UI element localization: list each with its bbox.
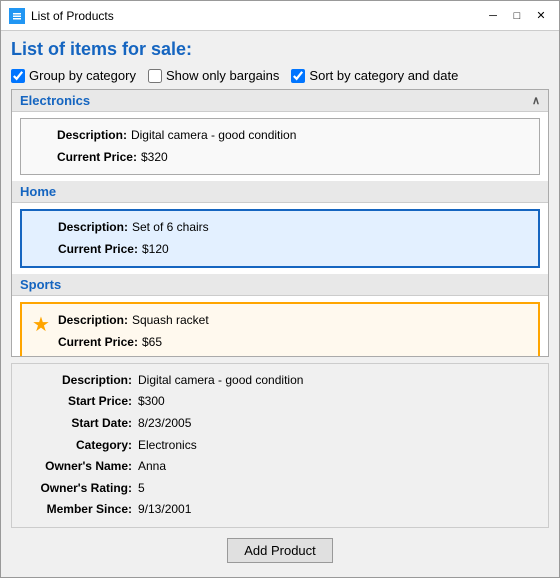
category-name-sports: Sports: [20, 277, 61, 292]
detail-row-member-since: Member Since: 9/13/2001: [22, 499, 538, 521]
price-value: $120: [142, 242, 169, 256]
description-value: Digital camera - good condition: [131, 128, 296, 142]
sort-by-category-date-text: Sort by category and date: [309, 68, 458, 83]
detail-value-start-price: $300: [138, 391, 165, 413]
detail-label-category: Category:: [22, 435, 132, 457]
window-controls: ─ □ ✕: [483, 8, 551, 24]
detail-value-start-date: 8/23/2005: [138, 413, 191, 435]
price-label: Current Price:: [57, 150, 137, 164]
detail-row-start-date: Start Date: 8/23/2005: [22, 413, 538, 435]
category-name-electronics: Electronics: [20, 93, 90, 108]
category-header-sports[interactable]: Sports: [12, 274, 548, 296]
main-window: List of Products ─ □ ✕ List of items for…: [0, 0, 560, 578]
sort-by-category-date-checkbox[interactable]: [291, 69, 305, 83]
list-item[interactable]: ★ Description: Squash racket Current Pric…: [20, 302, 540, 356]
price-value: $65: [142, 335, 162, 349]
detail-label-owner-name: Owner's Name:: [22, 456, 132, 478]
detail-panel: Description: Digital camera - good condi…: [11, 363, 549, 528]
list-item[interactable]: ★ Description:Set of 6 chairs Current Pr…: [20, 209, 540, 268]
detail-value-owner-rating: 5: [138, 478, 145, 500]
group-by-category-text: Group by category: [29, 68, 136, 83]
detail-value-category: Electronics: [138, 435, 197, 457]
window-icon: [9, 8, 25, 24]
detail-value-owner-name: Anna: [138, 456, 166, 478]
description-label: Description:: [58, 313, 128, 327]
detail-label-member-since: Member Since:: [22, 499, 132, 521]
product-list[interactable]: Electronics ∧ ★ Description:Digital came…: [11, 89, 549, 357]
show-only-bargains-checkbox[interactable]: [148, 69, 162, 83]
detail-row-start-price: Start Price: $300: [22, 391, 538, 413]
detail-row-category: Category: Electronics: [22, 435, 538, 457]
detail-label-start-date: Start Date:: [22, 413, 132, 435]
bottom-bar: Add Product: [11, 534, 549, 569]
chevron-up-icon: ∧: [532, 94, 540, 107]
show-only-bargains-label[interactable]: Show only bargains: [148, 68, 279, 83]
group-by-category-label[interactable]: Group by category: [11, 68, 136, 83]
window-title: List of Products: [31, 9, 483, 23]
show-only-bargains-text: Show only bargains: [166, 68, 279, 83]
list-item[interactable]: ★ Description:Digital camera - good cond…: [20, 118, 540, 175]
description-value: Squash racket: [132, 313, 209, 327]
detail-label-description: Description:: [22, 370, 132, 392]
description-label: Description:: [58, 220, 128, 234]
product-info: Description: Set of 6 chairs Current Pric…: [58, 217, 209, 260]
description-label: Description:: [57, 128, 127, 142]
page-title: List of items for sale:: [11, 39, 549, 60]
product-info: Description: Digital camera - good condit…: [57, 125, 296, 168]
price-label: Current Price:: [58, 335, 138, 349]
detail-row-owner-name: Owner's Name: Anna: [22, 456, 538, 478]
category-header-home[interactable]: Home: [12, 181, 548, 203]
category-header-electronics[interactable]: Electronics ∧: [12, 90, 548, 112]
category-name-home: Home: [20, 184, 56, 199]
group-by-category-checkbox[interactable]: [11, 69, 25, 83]
close-button[interactable]: ✕: [531, 8, 551, 24]
detail-label-start-price: Start Price:: [22, 391, 132, 413]
detail-label-owner-rating: Owner's Rating:: [22, 478, 132, 500]
minimize-button[interactable]: ─: [483, 8, 503, 24]
detail-row-description: Description: Digital camera - good condi…: [22, 370, 538, 392]
detail-value-member-since: 9/13/2001: [138, 499, 191, 521]
toolbar: Group by category Show only bargains Sor…: [11, 68, 549, 83]
price-value: $320: [141, 150, 168, 164]
bargain-star-icon: ★: [32, 312, 50, 337]
description-value: Set of 6 chairs: [132, 220, 209, 234]
title-bar: List of Products ─ □ ✕: [1, 1, 559, 31]
detail-row-owner-rating: Owner's Rating: 5: [22, 478, 538, 500]
product-info: Description: Squash racket Current Price:…: [58, 310, 209, 353]
maximize-button[interactable]: □: [507, 8, 527, 24]
add-product-button[interactable]: Add Product: [227, 538, 333, 563]
detail-value-description: Digital camera - good condition: [138, 370, 303, 392]
content-area: List of items for sale: Group by categor…: [1, 31, 559, 577]
price-label: Current Price:: [58, 242, 138, 256]
sort-by-category-date-label[interactable]: Sort by category and date: [291, 68, 458, 83]
